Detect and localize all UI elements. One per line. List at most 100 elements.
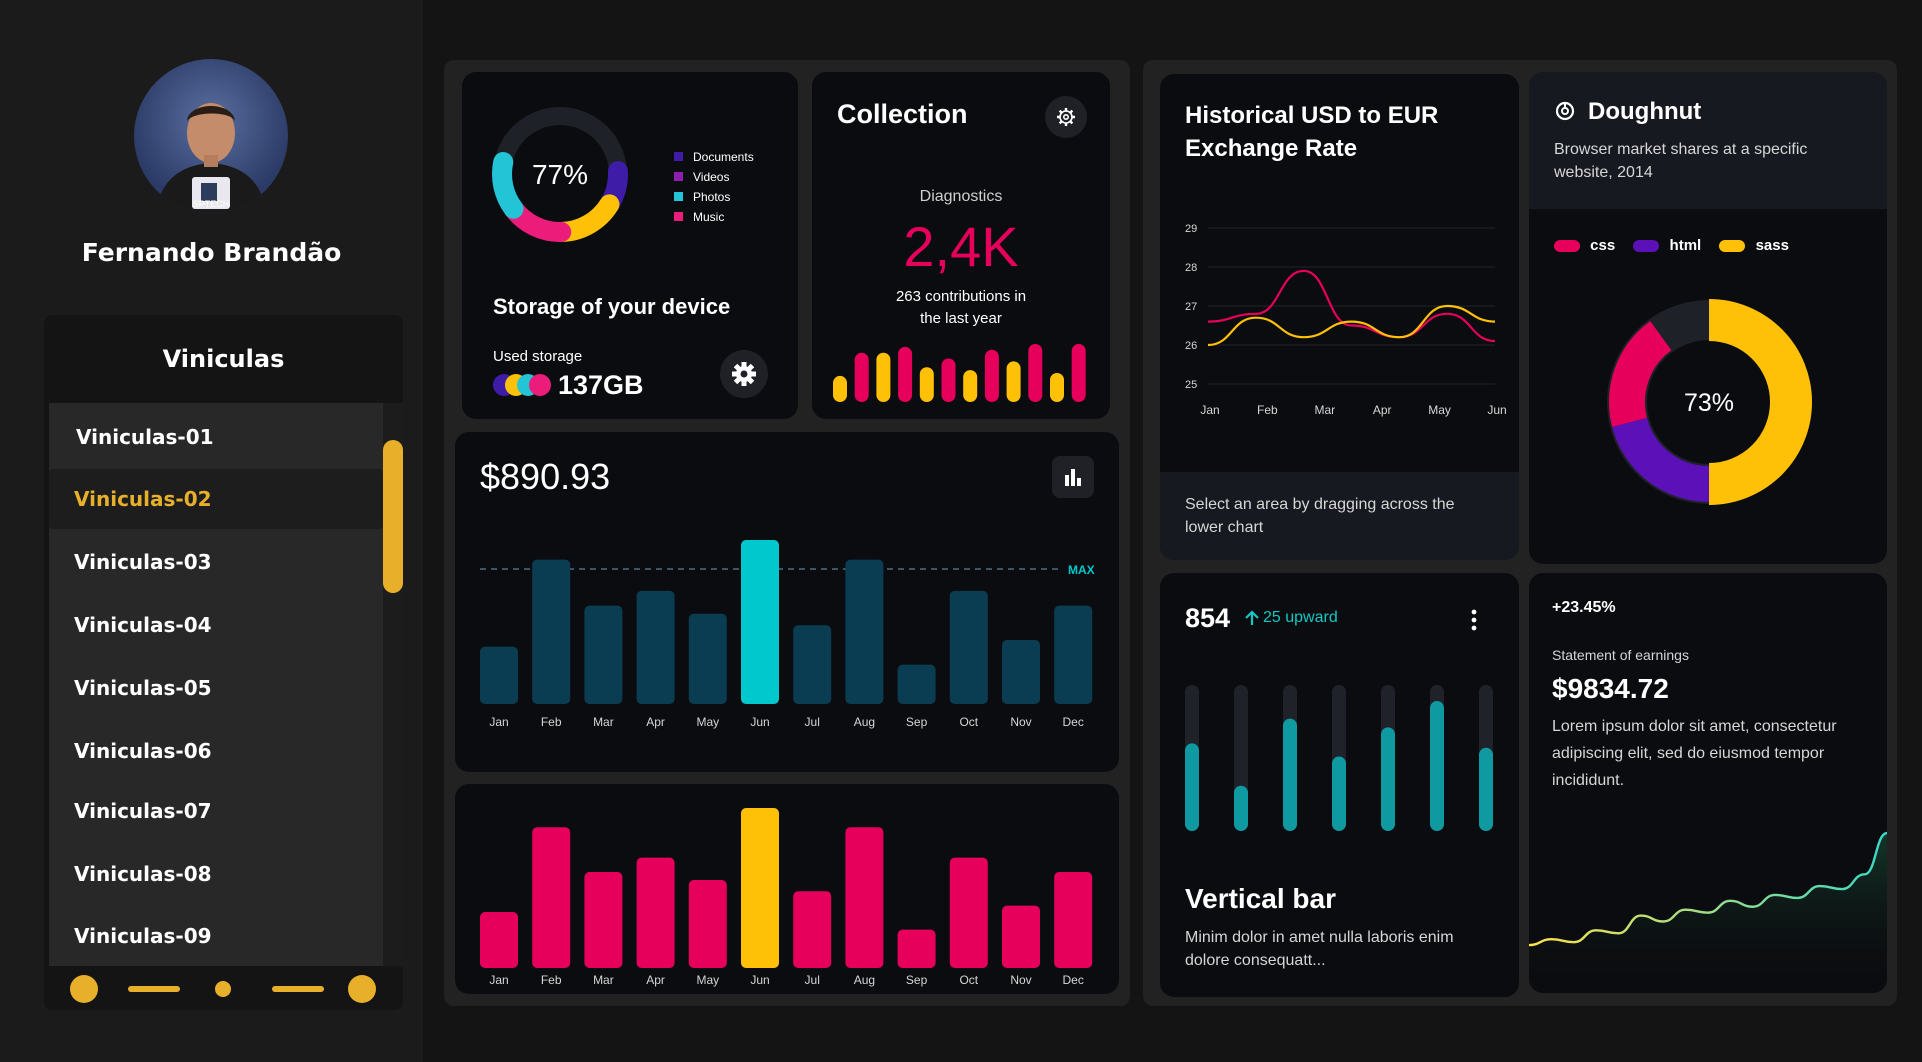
bar-oct[interactable] [949, 857, 988, 968]
list-item[interactable]: Viniculas-03 [49, 532, 383, 592]
earnings-card: +23.45% Statement of earnings $9834.72 L… [1529, 573, 1887, 993]
earnings-desc-2: adipiscing elit, sed do eiusmod tempor [1552, 745, 1825, 762]
vbar-bar[interactable] [1479, 747, 1493, 831]
bar-dec[interactable] [1054, 872, 1093, 968]
exchange-footer: Select an area by dragging across the lo… [1160, 472, 1519, 560]
doughnut-card: Doughnut Browser market shares at a spec… [1529, 72, 1887, 564]
more-vertical-icon[interactable] [1467, 607, 1481, 633]
legend-html[interactable]: html [1670, 237, 1702, 254]
bar-oct[interactable] [949, 590, 988, 704]
storage-dots [493, 374, 551, 396]
collection-caption-1: 263 contributions in [895, 288, 1027, 305]
doughnut-title: Doughnut [1588, 98, 1702, 125]
bar-jun[interactable] [741, 808, 779, 968]
pager-dot[interactable] [348, 975, 376, 1003]
collection-bar [876, 352, 891, 402]
bar-mar[interactable] [584, 872, 623, 968]
x-tick-label: Jun [1487, 403, 1506, 417]
x-tick-label: May [696, 973, 719, 987]
legend-sass[interactable]: sass [1756, 237, 1789, 254]
gear-tooth [1069, 120, 1074, 125]
collection-settings-button[interactable] [1045, 96, 1087, 138]
x-tick-label: Jan [489, 715, 508, 729]
x-tick-label: Jan [489, 973, 508, 987]
vertical-bar-chart [1185, 685, 1493, 831]
x-tick-label: Dec [1063, 715, 1084, 729]
vbar-bar[interactable] [1234, 785, 1248, 831]
bar-may[interactable] [688, 613, 727, 704]
doughnut-slice-html[interactable] [1612, 417, 1710, 502]
list-item[interactable]: Viniculas-08 [49, 844, 383, 904]
pager-dot[interactable] [215, 981, 231, 997]
bar-aug[interactable] [845, 559, 884, 704]
gear-icon [1057, 108, 1075, 126]
vbar-desc-1: Minim dolor in amet nulla laboris enim [1185, 929, 1454, 946]
balance-amount: $890.93 [480, 456, 611, 497]
x-tick-label: Mar [593, 715, 614, 729]
bar-jan[interactable] [480, 912, 518, 968]
list-item[interactable]: Viniculas-01 [49, 407, 383, 467]
x-tick-label: Feb [1257, 403, 1278, 417]
x-tick-label: Dec [1063, 973, 1084, 987]
bar-nov[interactable] [1002, 905, 1040, 968]
legend-music: Music [693, 210, 725, 224]
bar-sep[interactable] [897, 664, 936, 704]
x-tick-label: May [696, 715, 719, 729]
storage-settings-button[interactable] [720, 350, 768, 398]
y-tick-label: 26 [1185, 340, 1197, 352]
vbar-bar[interactable] [1332, 756, 1346, 831]
bar-jul[interactable] [793, 891, 832, 968]
bar-feb[interactable] [532, 827, 571, 968]
x-tick-label: Aug [854, 715, 875, 729]
bar-apr[interactable] [636, 857, 675, 968]
list-item[interactable]: Viniculas-05 [49, 658, 383, 718]
bar-feb[interactable] [532, 559, 571, 704]
vbar-bar[interactable] [1430, 701, 1444, 831]
vbar-bar[interactable] [1381, 727, 1395, 831]
monthly-bar-chart: Jan Feb Mar Apr May Jun Jul Aug Sep Oct Nov Dec [480, 808, 1093, 987]
bar-apr[interactable] [636, 590, 675, 704]
exchange-title-1: Historical USD to EUR [1185, 102, 1439, 129]
collection-caption-2: the last year [920, 310, 1002, 327]
bar-sep[interactable] [897, 929, 936, 968]
bar-aug[interactable] [845, 827, 884, 968]
x-tick-label: Jun [750, 973, 769, 987]
collection-bar [1028, 344, 1043, 402]
scrollbar-thumb[interactable] [383, 440, 403, 593]
list-item[interactable]: Viniculas-07 [49, 781, 383, 841]
exchange-line-chart[interactable]: 25 26 27 28 29 Jan Feb Mar Apr May Jun [1160, 204, 1519, 444]
bar-jun[interactable] [741, 540, 779, 704]
pager-dash[interactable] [128, 986, 180, 992]
list-item[interactable]: Viniculas-06 [49, 721, 383, 781]
avatar[interactable]: SPTECH [134, 59, 288, 213]
bar-jan[interactable] [480, 646, 518, 704]
chart-toggle-button[interactable] [1052, 456, 1094, 498]
list-item[interactable]: Viniculas-04 [49, 595, 383, 655]
x-tick-label: Sep [906, 973, 928, 987]
exchange-card: Historical USD to EUR Exchange Rate 25 26… [1160, 74, 1519, 560]
vbar-desc-2: dolore consequatt... [1185, 952, 1326, 969]
list-item[interactable]: Viniculas-02 [49, 469, 383, 529]
shirt-text: SPTECH [193, 199, 230, 209]
bar-may[interactable] [688, 880, 727, 968]
doughnut-chart[interactable]: 73% [1599, 292, 1839, 532]
max-label: MAX [1068, 563, 1095, 577]
bar-nov[interactable] [1002, 640, 1040, 704]
doughnut-slice-css[interactable] [1609, 321, 1672, 427]
bar-mar[interactable] [584, 605, 623, 704]
html-swatch [1633, 240, 1660, 253]
pager-dash[interactable] [272, 986, 324, 992]
vbar-bar[interactable] [1185, 743, 1199, 831]
legend-videos: Videos [693, 170, 730, 184]
gear-tooth [1058, 109, 1063, 114]
vinculas-list: Viniculas-01 Viniculas-02 Viniculas-03 V… [49, 403, 383, 966]
vbar-bar[interactable] [1283, 718, 1297, 831]
bar-jul[interactable] [793, 625, 832, 704]
legend-css[interactable]: css [1590, 237, 1615, 254]
exchange-note-2: lower chart [1185, 519, 1264, 536]
bar-dec[interactable] [1054, 605, 1093, 704]
storage-card: 77% Documents Videos Photos Music Storag… [462, 72, 798, 419]
pager-dot[interactable] [70, 975, 98, 1003]
list-item[interactable]: Viniculas-09 [49, 906, 383, 966]
x-tick-label: Jun [750, 715, 769, 729]
